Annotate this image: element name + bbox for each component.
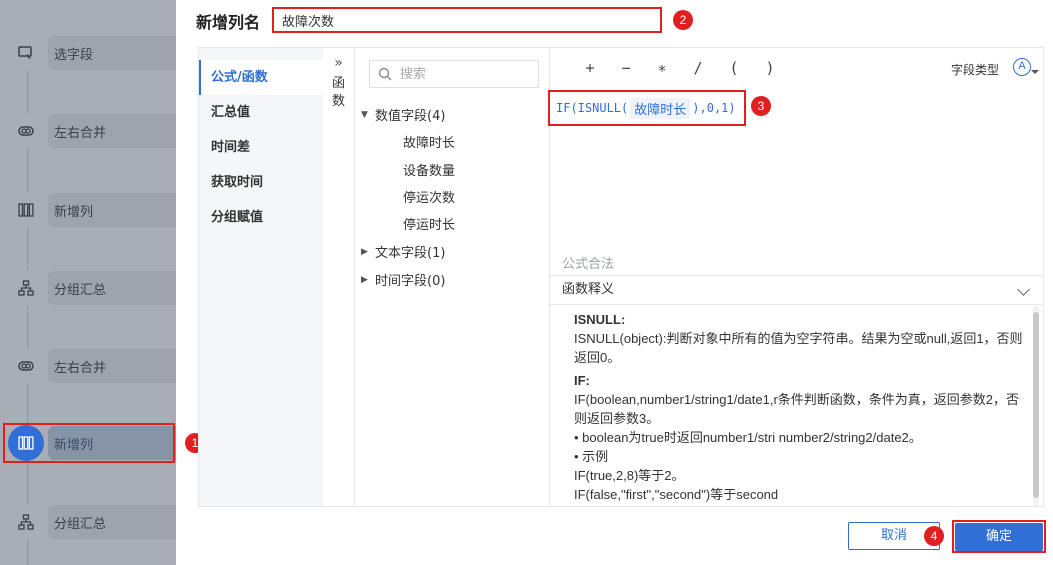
field-type-icon[interactable]: A bbox=[1013, 58, 1031, 76]
function-explain-title: 函数释义 bbox=[562, 282, 615, 297]
caret-right-icon: ▶ bbox=[361, 274, 368, 285]
function-label-line-1: 函 bbox=[331, 76, 345, 91]
flow-item-label: 分组汇总 bbox=[54, 282, 107, 298]
flow-item-label: 左右合并 bbox=[54, 360, 107, 376]
tree-group-label: 数值字段(4) bbox=[375, 109, 446, 124]
operator-multiply-button[interactable]: ∗ bbox=[644, 59, 680, 77]
formula-field-chip[interactable]: 故障时长 bbox=[630, 97, 691, 119]
operator-open-paren-button[interactable]: ( bbox=[716, 59, 752, 77]
scrollbar-thumb[interactable] bbox=[1033, 312, 1039, 498]
dialog-title: 新增列名 bbox=[196, 13, 261, 32]
flow-panel: 选字段 左右合并 新增列 分组汇总 左右合并 新增列 分组汇总 bbox=[0, 0, 176, 565]
flow-item-group-summary-2[interactable]: 分组汇总 bbox=[8, 504, 176, 540]
flow-item-label: 新增列 bbox=[54, 204, 94, 220]
select-field-icon bbox=[8, 35, 44, 71]
flow-item-group-summary[interactable]: 分组汇总 bbox=[8, 270, 176, 306]
merge-icon bbox=[8, 348, 44, 384]
tree-group-numeric[interactable]: ▼ 数值字段(4) bbox=[361, 105, 445, 124]
flow-item-label: 选字段 bbox=[54, 47, 94, 63]
formula-input[interactable]: IF(ISNULL( 故障时长 ),0,1) bbox=[548, 90, 746, 126]
menu-item-time-diff[interactable]: 时间差 bbox=[199, 130, 323, 165]
step-badge-2: 2 bbox=[673, 10, 693, 30]
operator-divide-button[interactable]: / bbox=[680, 59, 716, 77]
chevron-down-icon[interactable] bbox=[1017, 283, 1030, 296]
formula-prefix: IF(ISNULL( bbox=[556, 101, 629, 115]
group-summary-icon bbox=[8, 504, 44, 540]
function-menu: 公式/函数 汇总值 时间差 获取时间 分组赋值 bbox=[199, 48, 323, 506]
function-label-line-2: 数 bbox=[331, 94, 345, 109]
step-badge-3: 3 bbox=[751, 96, 771, 116]
dialog-title-row: 新增列名 bbox=[196, 8, 260, 34]
tree-field-item[interactable]: 停运次数 bbox=[403, 187, 455, 206]
field-tree: ▼ 数值字段(4) 故障时长 设备数量 停运次数 停运时长 ▶ 文本字段(1) … bbox=[355, 48, 550, 506]
caret-right-icon: ▶ bbox=[361, 246, 368, 257]
operator-toolbar: + − ∗ / ( ) bbox=[572, 59, 788, 77]
operator-minus-button[interactable]: − bbox=[608, 59, 644, 77]
menu-item-get-time[interactable]: 获取时间 bbox=[199, 165, 323, 200]
explain-line: IF(true,2,8)等于2。 bbox=[574, 468, 685, 483]
explain-line: IF(boolean,number1/string1/date1,r条件判断函数… bbox=[574, 392, 1020, 426]
formula-status: 公式合法 bbox=[562, 257, 615, 272]
tree-field-item[interactable]: 设备数量 bbox=[403, 160, 455, 179]
flow-item-merge-2[interactable]: 左右合并 bbox=[8, 348, 176, 384]
operator-close-paren-button[interactable]: ) bbox=[752, 59, 788, 77]
merge-icon bbox=[8, 113, 44, 149]
menu-item-summary[interactable]: 汇总值 bbox=[199, 95, 323, 130]
flow-item-add-column[interactable]: 新增列 bbox=[8, 192, 176, 228]
explain-line: ISNULL(object):判断对象中所有的值为空字符串。结果为空或null,… bbox=[574, 331, 1023, 365]
function-toggle[interactable]: » 函 数 bbox=[323, 48, 355, 506]
flow-item-merge[interactable]: 左右合并 bbox=[8, 113, 176, 149]
dropdown-caret-icon[interactable] bbox=[1031, 70, 1039, 74]
search-icon bbox=[378, 67, 392, 81]
tree-group-label: 时间字段(0) bbox=[375, 274, 446, 289]
flow-item-label: 左右合并 bbox=[54, 125, 107, 141]
operator-plus-button[interactable]: + bbox=[572, 59, 608, 77]
function-explain-header[interactable]: 函数释义 bbox=[550, 275, 1042, 305]
double-chevron-right-icon[interactable]: » bbox=[323, 55, 354, 71]
tree-group-text[interactable]: ▶ 文本字段(1) bbox=[361, 242, 445, 261]
group-summary-icon bbox=[8, 270, 44, 306]
step-badge-4: 4 bbox=[924, 526, 944, 546]
tree-group-time[interactable]: ▶ 时间字段(0) bbox=[361, 270, 445, 289]
search-input[interactable] bbox=[400, 66, 530, 82]
explain-line: • boolean为true时返回number1/stri number2/st… bbox=[574, 430, 922, 445]
flow-item-select-field[interactable]: 选字段 bbox=[8, 35, 176, 71]
menu-item-group-assign[interactable]: 分组赋值 bbox=[199, 200, 323, 235]
flow-item-label: 新增列 bbox=[54, 437, 94, 453]
tree-field-item[interactable]: 故障时长 bbox=[403, 132, 455, 151]
explain-scrollbar[interactable] bbox=[1033, 306, 1039, 506]
add-column-icon bbox=[8, 192, 44, 228]
add-column-icon bbox=[8, 425, 44, 461]
function-explain-body: ISNULL: ISNULL(object):判断对象中所有的值为空字符串。结果… bbox=[574, 310, 1024, 506]
caret-down-icon: ▼ bbox=[361, 109, 368, 120]
tree-group-label: 文本字段(1) bbox=[375, 246, 446, 261]
explain-line: ISNULL: bbox=[574, 312, 626, 327]
formula-panel: 公式/函数 汇总值 时间差 获取时间 分组赋值 » 函 数 ▼ 数值字段(4) … bbox=[198, 47, 1044, 507]
explain-line: IF(false,"first","second")等于second bbox=[574, 487, 779, 502]
menu-item-formula[interactable]: 公式/函数 bbox=[199, 60, 323, 95]
explain-line: • 示例 bbox=[574, 449, 609, 464]
column-name-input[interactable] bbox=[272, 7, 662, 33]
field-type-label: 字段类型 bbox=[950, 63, 999, 77]
formula-editor: + − ∗ / ( ) 字段类型 A IF(ISNULL( 故障时长 ),0,1… bbox=[548, 48, 1043, 506]
function-label: 函 数 bbox=[323, 75, 354, 111]
tree-field-item[interactable]: 停运时长 bbox=[403, 214, 455, 233]
flow-item-label: 分组汇总 bbox=[54, 516, 107, 532]
formula-suffix: ),0,1) bbox=[692, 101, 736, 115]
field-search[interactable] bbox=[369, 60, 539, 88]
explain-line: IF: bbox=[574, 373, 590, 388]
ok-button[interactable]: 确定 bbox=[955, 523, 1043, 551]
